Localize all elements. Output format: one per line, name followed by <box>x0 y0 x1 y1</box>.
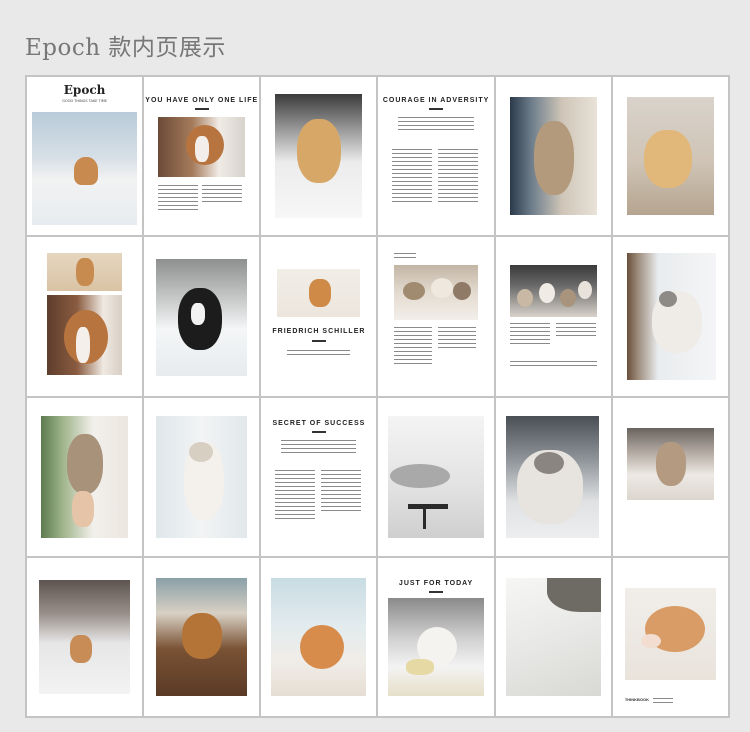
pages-grid: Epoch GOOD THINGS TAKE TIME YOU HAVE ONL… <box>25 75 730 718</box>
footnote-text <box>509 361 597 369</box>
page-siamese-kitten <box>144 397 260 556</box>
orange-cat-photo <box>271 577 367 696</box>
page-cat-on-chair <box>378 397 494 556</box>
golden-puppy-floor-photo <box>626 97 714 216</box>
shiba-dog-photo <box>47 253 123 292</box>
snow-dog-photo <box>32 112 138 226</box>
golden-puppy-white-bg-photo <box>275 94 363 219</box>
page-cats-group <box>378 237 494 396</box>
body-text-col1 <box>394 327 433 367</box>
heading-secret-of-success: SECRET OF SUCCESS <box>272 419 366 427</box>
body-text-col2 <box>202 185 243 205</box>
page-cover: Epoch GOOD THINGS TAKE TIME <box>27 77 143 236</box>
spaniel-dog-photo <box>47 295 123 376</box>
body-text-col2 <box>438 327 477 351</box>
siamese-kitten-photo <box>156 415 248 538</box>
spaniel-puppy-photo <box>158 117 246 177</box>
tabby-on-bed-photo <box>626 427 714 500</box>
page-orange-cat <box>261 557 377 716</box>
white-cat-paw-photo <box>388 597 484 696</box>
quote-text <box>287 350 351 358</box>
heading-rule <box>194 108 209 110</box>
running-dog-snow-photo <box>39 579 131 694</box>
heading-rule <box>311 340 326 343</box>
page-golden-puppy-floor <box>612 77 728 236</box>
intro-text <box>398 117 474 133</box>
heading-friedrich-schiller: FRIEDRICH SCHILLER <box>272 328 366 336</box>
heading-you-have-only-one-life: YOU HAVE ONLY ONE LIFE <box>145 97 259 104</box>
page-two-dogs <box>27 237 143 396</box>
blue-eyed-cat-photo <box>505 415 599 538</box>
page-sleeping-cat: THINKBOOK <box>612 557 728 716</box>
retriever-puppy-couch-photo <box>156 577 248 696</box>
cats-group-photo <box>394 265 478 321</box>
heading-rule <box>311 430 326 433</box>
page-ragdoll-cat <box>612 237 728 396</box>
body-text-col2 <box>321 469 362 514</box>
heading-just-for-today: JUST FOR TODAY <box>398 579 474 587</box>
page-kittens-group <box>495 237 611 396</box>
kittens-group-photo <box>509 265 597 318</box>
page-retriever-puppy <box>144 557 260 716</box>
page-kitten-hand <box>27 397 143 556</box>
page-friedrich-schiller: FRIEDRICH SCHILLER <box>261 237 377 396</box>
ragdoll-cat-window-photo <box>626 253 716 380</box>
page-tabby-on-bed <box>612 397 728 556</box>
cat-on-chair-photo <box>388 415 484 538</box>
intro-text <box>281 439 357 456</box>
footer-brand: THINKBOOK <box>624 697 650 702</box>
page-golden-puppy <box>261 77 377 236</box>
footer-text <box>652 698 673 706</box>
page-courage-in-adversity: COURAGE IN ADVERSITY <box>378 77 494 236</box>
page-cat-blanket <box>495 557 611 716</box>
cover-logo: Epoch <box>63 83 106 97</box>
page-running-dog <box>27 557 143 716</box>
page-secret-of-success: SECRET OF SUCCESS <box>261 397 377 556</box>
body-text-col1 <box>509 323 550 347</box>
kitten-hand-photo <box>41 415 129 538</box>
body-text-col1 <box>392 149 433 205</box>
page-you-have-only-one-life: YOU HAVE ONLY ONE LIFE <box>144 77 260 236</box>
body-text-col2 <box>555 323 596 339</box>
page-tabby-cat <box>495 77 611 236</box>
bernese-snow-dog-photo <box>156 259 248 376</box>
page-title: Epoch 款内页展示 <box>25 35 226 61</box>
page-blue-eyed-cat <box>495 397 611 556</box>
sleeping-orange-cat-photo <box>624 587 716 680</box>
heading-rule <box>429 108 444 110</box>
heading-rule <box>429 590 444 593</box>
cover-tagline: GOOD THINGS TAKE TIME <box>62 99 107 103</box>
page-just-for-today: JUST FOR TODAY <box>378 557 494 716</box>
body-text-col1 <box>158 185 199 213</box>
heading-courage-in-adversity: COURAGE IN ADVERSITY <box>382 97 490 104</box>
tabby-cat-photo <box>509 97 597 216</box>
body-text-col2 <box>438 149 479 205</box>
page-bernese-dog <box>144 237 260 396</box>
body-text-col1 <box>275 469 316 522</box>
cat-blanket-photo <box>505 577 601 696</box>
corgi-dog-photo <box>277 269 361 318</box>
caption-text <box>394 253 417 261</box>
